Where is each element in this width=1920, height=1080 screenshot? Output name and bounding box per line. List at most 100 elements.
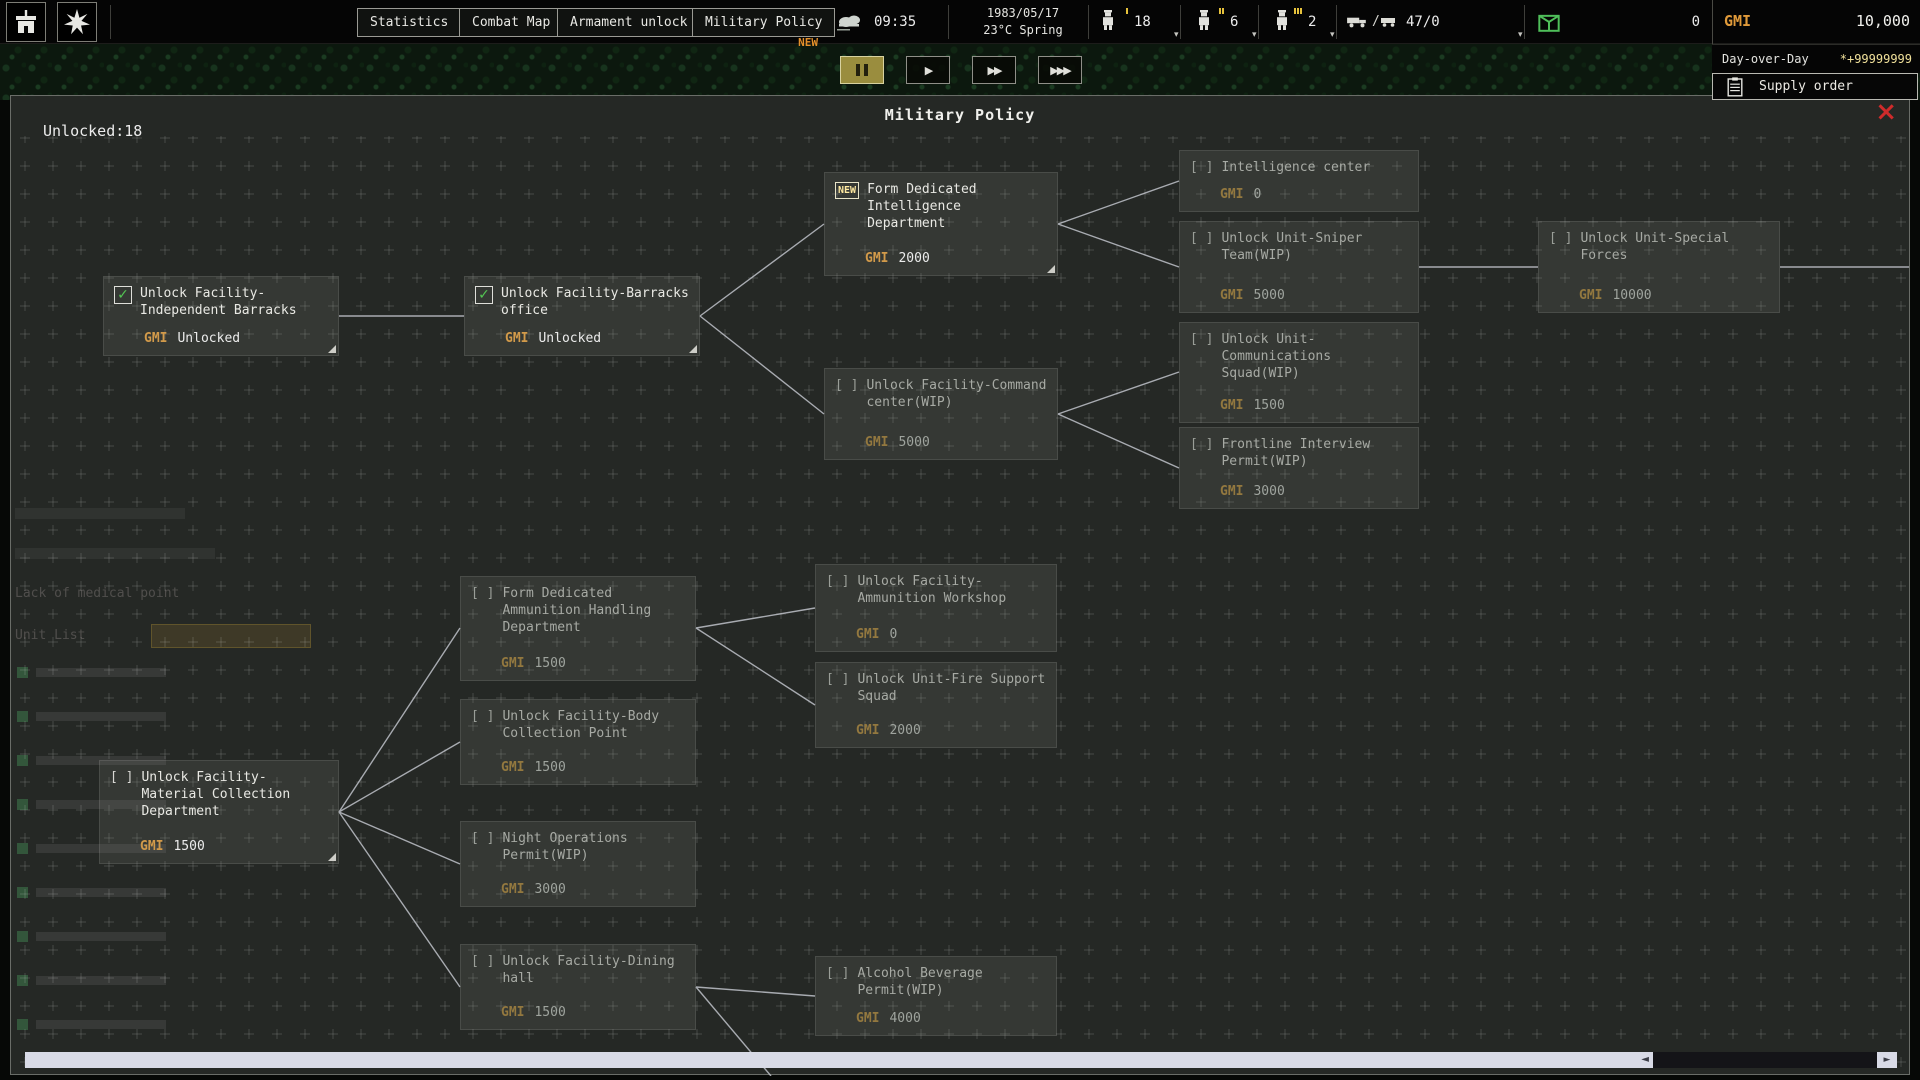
bracket-icon: [ ] [1190,160,1213,175]
fastest-forward-icon: ▶▶▶ [1050,64,1069,77]
tab-statistics[interactable]: Statistics [357,8,461,37]
cost-value: Unlocked [538,331,601,346]
cost-value: 4000 [889,1011,920,1026]
headquarters-button[interactable] [6,2,46,42]
fast-forward-button[interactable]: ▶▶ [972,56,1016,84]
policy-node-communications-squad[interactable]: [ ] Unlock Unit-Communications Squad(WIP… [1179,322,1419,423]
cost-label: GMI [501,1005,524,1020]
policy-node-sniper-team[interactable]: [ ] Unlock Unit-Sniper Team(WIP) GMI 500… [1179,221,1419,313]
caret-down-icon: ▾ [1330,30,1335,40]
temperature-season: 23°C Spring [955,23,1091,37]
cost-value: 1500 [534,760,565,775]
tier-marks-3 [1294,8,1302,14]
top-bar: Statistics Combat Map Armament unlock Mi… [0,0,1920,44]
soldier-icon [1274,10,1290,30]
truck-icon [1346,13,1368,29]
policy-node-alcohol-beverage[interactable]: [ ] Alcohol Beverage Permit(WIP) GMI 400… [815,956,1057,1036]
tier-marks-2 [1219,8,1224,14]
cost-value: Unlocked [177,331,240,346]
cost-label: GMI [865,435,888,450]
troop-count-3: 2 [1308,14,1316,30]
policy-node-ammunition-department[interactable]: [ ] Form Dedicated Ammunition Handling D… [460,576,696,681]
scrollbar-thumb[interactable]: ◄ [25,1052,1653,1068]
bracket-icon: [ ] [471,831,494,846]
tab-combat-map[interactable]: Combat Map [459,8,563,37]
node-title: Unlock Unit-Communications Squad(WIP) [1221,332,1408,383]
cost-label: GMI [856,723,879,738]
day-over-day-value: *+99999999 [1840,52,1912,66]
bracket-icon: [ ] [1190,231,1213,246]
tab-label: Combat Map [472,15,550,30]
cost-value: 0 [1253,187,1261,202]
node-title: Unlock Facility-Body Collection Point [502,709,685,743]
cost-label: GMI [856,1011,879,1026]
close-button[interactable]: × [1875,98,1897,126]
slash-separator: / [1372,14,1380,29]
cost-label: GMI [1220,484,1243,499]
tab-armament-unlock[interactable]: Armament unlock [557,8,700,37]
node-title: Form Dedicated Ammunition Handling Depar… [502,586,685,637]
alert-burst-icon [64,9,90,35]
node-title: Unlock Facility-Material Collection Depa… [141,770,328,821]
tab-label: Statistics [370,15,448,30]
troop-count-1: 18 [1134,14,1151,30]
divider [1258,5,1259,39]
troop-counter-tier3[interactable] [1274,10,1300,34]
clock-time: 09:35 [874,14,916,30]
crate-count: 0 [1652,14,1700,30]
cost-label: GMI [501,760,524,775]
divider [1336,5,1337,39]
node-title: Intelligence center [1221,160,1370,177]
divider [948,5,949,39]
headquarters-icon [12,8,40,36]
play-button[interactable]: ▶ [906,56,950,84]
troop-count-2: 6 [1230,14,1238,30]
policy-node-dining-hall[interactable]: [ ] Unlock Facility-Dining hall GMI 1500 [460,944,696,1030]
horizontal-scrollbar[interactable]: ◄ ► [25,1052,1897,1068]
node-title: Unlock Facility-Barracks office [501,286,689,320]
supply-order-label: Supply order [1759,79,1853,94]
policy-node-barracks-office[interactable]: ✓ Unlock Facility-Barracks office GMI Un… [464,276,700,356]
policy-node-intelligence-center[interactable]: [ ] Intelligence center GMI 0 [1179,150,1419,212]
policy-node-frontline-interview[interactable]: [ ] Frontline Interview Permit(WIP) GMI … [1179,427,1419,509]
troop-counter-tier2[interactable] [1196,10,1222,34]
unlocked-count: Unlocked:18 [43,122,142,140]
policy-node-ammunition-workshop[interactable]: [ ] Unlock Facility-Ammunition Workshop … [815,564,1057,652]
bracket-icon: [ ] [471,586,494,601]
policy-node-special-forces[interactable]: [ ] Unlock Unit-Special Forces GMI 10000 [1538,221,1780,313]
policy-node-independent-barracks[interactable]: ✓ Unlock Facility-Independent Barracks G… [103,276,339,356]
bracket-icon: [ ] [1190,437,1213,452]
fast-forward-icon: ▶▶ [988,64,1001,77]
fastest-forward-button[interactable]: ▶▶▶ [1038,56,1082,84]
tab-military-policy[interactable]: Military Policy [692,8,835,37]
troop-counter-tier1[interactable] [1100,10,1126,34]
supply-order-button[interactable]: Supply order [1712,73,1918,100]
policy-node-intelligence-department[interactable]: NEW Form Dedicated Intelligence Departme… [824,172,1058,276]
node-title: Frontline Interview Permit(WIP) [1221,437,1408,471]
cost-label: GMI [140,839,163,854]
day-over-day-label: Day-over-Day [1722,52,1809,66]
policy-node-night-operations[interactable]: [ ] Night Operations Permit(WIP) GMI 300… [460,821,696,907]
supply-crate-icon [1538,11,1560,33]
cost-label: GMI [856,627,879,642]
pause-button[interactable] [840,56,884,84]
scroll-right-button[interactable]: ► [1877,1052,1897,1068]
alert-button[interactable] [57,2,97,42]
cost-label: GMI [505,331,528,346]
policy-node-command-center[interactable]: [ ] Unlock Facility-Command center(WIP) … [824,368,1058,460]
tab-label: Military Policy [705,15,822,30]
military-policy-new-badge: NEW [770,36,818,49]
policy-node-fire-support-squad[interactable]: [ ] Unlock Unit-Fire Support Squad GMI 2… [815,662,1057,748]
soldier-icon [1196,10,1212,30]
node-title: Unlock Facility-Independent Barracks [140,286,328,320]
gmi-currency-value: 10,000 [1856,12,1910,30]
cost-label: GMI [1579,288,1602,303]
node-title: Form Dedicated Intelligence Department [867,182,1047,233]
gmi-currency-label: GMI [1724,12,1751,30]
node-title: Alcohol Beverage Permit(WIP) [857,966,1046,1000]
policy-node-body-collection-point[interactable]: [ ] Unlock Facility-Body Collection Poin… [460,699,696,785]
caret-down-icon: ▾ [1252,30,1257,40]
cost-value: 5000 [898,435,929,450]
policy-node-material-collection[interactable]: [ ] Unlock Facility-Material Collection … [99,760,339,864]
cost-value: 5000 [1253,288,1284,303]
